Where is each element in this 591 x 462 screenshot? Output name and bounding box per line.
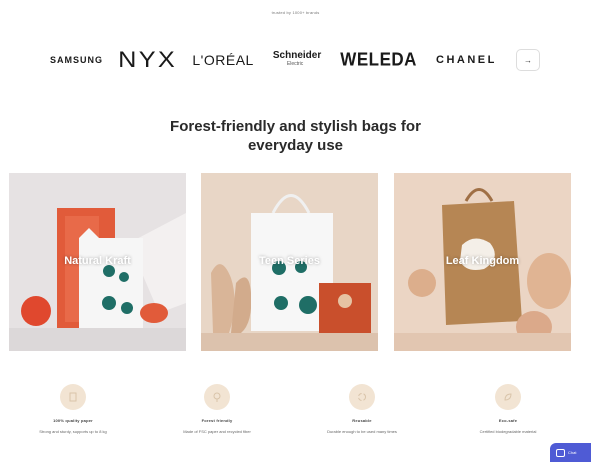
headline-line-1: Forest-friendly and stylish bags for <box>170 118 421 135</box>
feature-title: Eco-safe <box>498 418 518 423</box>
tree-icon <box>204 384 230 410</box>
product-cards: Natural Kraft Teen Series Leaf Kingdom <box>9 173 573 351</box>
recycle-icon <box>349 384 375 410</box>
feature-text: Made of FSC paper and recycled fiber <box>183 429 251 434</box>
logos-next-button[interactable]: → <box>515 49 540 71</box>
feature-text: Durable enough to be used many times <box>327 429 397 434</box>
schneider-logo-line1: Schneider <box>272 50 322 61</box>
brand-logos-row: SAMSUNG NYX L'ORÉAL Schneider Electric W… <box>50 47 540 73</box>
loreal-logo: L'ORÉAL <box>192 52 254 68</box>
feature-text: Certified biodegradable material <box>479 429 537 434</box>
samsung-logo: SAMSUNG <box>50 55 104 65</box>
arrow-right-icon: → <box>523 55 532 65</box>
page: trusted by 1000+ brands SAMSUNG NYX L'OR… <box>0 0 591 462</box>
card-label: Teen Series <box>259 255 320 267</box>
card-label: Leaf Kingdom <box>445 255 520 267</box>
feature-title: Reusable <box>352 418 372 423</box>
schneider-logo-line2: Electric <box>286 61 304 67</box>
top-note: trusted by 1000+ brands <box>271 10 320 15</box>
feature-item: 100% quality paper Strong and sturdy, su… <box>13 384 133 434</box>
section-headline: Forest-friendly and stylish bags for eve… <box>0 117 591 155</box>
chanel-logo: CHANEL <box>436 54 497 66</box>
product-card-natural-kraft[interactable]: Natural Kraft <box>9 173 186 351</box>
chat-icon <box>556 448 565 457</box>
feature-list: 100% quality paper Strong and sturdy, su… <box>0 384 591 444</box>
leaf-icon <box>495 384 521 410</box>
card-label: Natural Kraft <box>64 255 131 267</box>
feature-text: Strong and sturdy, supports up to 8 kg <box>39 429 107 434</box>
feature-item: Reusable Durable enough to be used many … <box>302 384 422 434</box>
paper-icon <box>60 384 86 410</box>
chat-label: Chat <box>568 450 577 455</box>
schneider-logo: Schneider Electric <box>273 51 321 69</box>
feature-title: 100% quality paper <box>53 418 93 423</box>
headline-line-2: everyday use <box>247 137 344 154</box>
weleda-logo: WELEDA <box>340 49 417 70</box>
nyx-logo: NYX <box>118 47 178 72</box>
chat-button[interactable]: Chat <box>550 443 591 462</box>
feature-title: Forest friendly <box>201 418 233 423</box>
product-card-leaf-kingdom[interactable]: Leaf Kingdom <box>394 173 571 351</box>
feature-item: Eco-safe Certified biodegradable materia… <box>448 384 568 434</box>
feature-item: Forest friendly Made of FSC paper and re… <box>157 384 277 434</box>
product-card-teen-series[interactable]: Teen Series <box>201 173 378 351</box>
